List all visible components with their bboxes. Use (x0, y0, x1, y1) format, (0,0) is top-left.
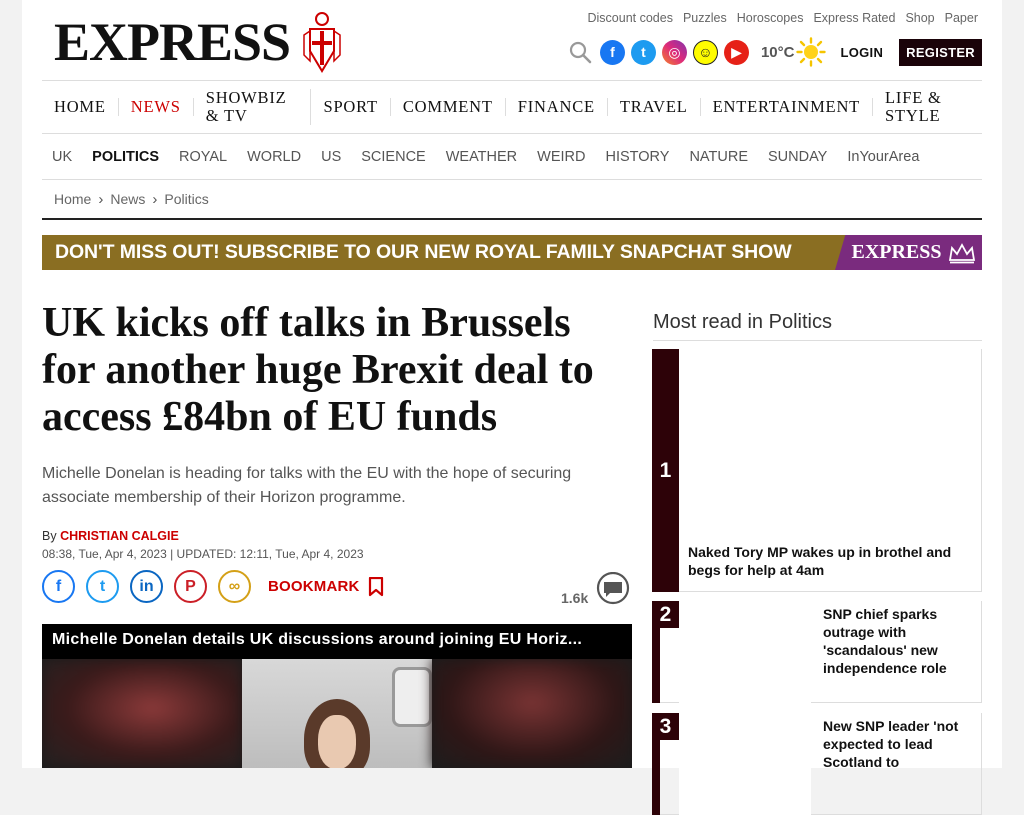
nav-item-comment[interactable]: COMMENT (391, 98, 506, 116)
most-read-number: 1 (652, 349, 679, 592)
share-bar: f t in P ∞ BOOKMARK (42, 570, 384, 603)
share-pinterest-icon[interactable]: P (174, 570, 207, 603)
utility-link-shop[interactable]: Shop (905, 11, 934, 25)
banner-badge-text: EXPRESS (851, 241, 942, 263)
most-read-image (679, 349, 981, 529)
youtube-icon[interactable]: ▶ (723, 39, 749, 65)
snapchat-promo-banner[interactable]: DON'T MISS OUT! SUBSCRIBE TO OUR NEW ROY… (42, 235, 982, 270)
author-link[interactable]: CHRISTIAN CALGIE (60, 529, 179, 543)
breadcrumb-news[interactable]: News (110, 191, 145, 207)
subnav-item-history[interactable]: HISTORY (596, 149, 680, 165)
most-read-item[interactable]: 2 SNP chief sparks outrage with 'scandal… (652, 601, 982, 703)
most-read-heading: Most read in Politics (653, 311, 982, 341)
share-twitter-icon[interactable]: t (86, 570, 119, 603)
byline-prefix: By (42, 529, 57, 543)
sun-icon (796, 37, 827, 67)
register-button[interactable]: REGISTER (899, 38, 982, 66)
weather-widget[interactable]: 10°C (761, 37, 827, 67)
login-button[interactable]: LOGIN (840, 45, 883, 60)
twitter-icon[interactable]: t (630, 39, 656, 65)
weather-temp: 10°C (760, 43, 795, 61)
subnav-item-sunday[interactable]: SUNDAY (758, 149, 837, 165)
most-read-image (679, 713, 811, 815)
nav-item-finance[interactable]: FINANCE (506, 98, 608, 116)
share-linkedin-icon[interactable]: in (130, 570, 163, 603)
breadcrumb-home[interactable]: Home (54, 191, 91, 207)
chevron-right-icon: › (152, 190, 158, 208)
banner-text: DON'T MISS OUT! SUBSCRIBE TO OUR NEW ROY… (55, 241, 792, 263)
share-facebook-icon[interactable]: f (42, 570, 75, 603)
search-icon[interactable] (568, 40, 592, 64)
chevron-right-icon: › (98, 190, 104, 208)
subnav-item-science[interactable]: SCIENCE (351, 149, 435, 165)
video-player[interactable]: Michelle Donelan details UK discussions … (42, 624, 632, 768)
logo-wordmark: EXPRESS (54, 12, 291, 72)
utility-link-paper[interactable]: Paper (945, 11, 978, 25)
video-blur-right (432, 659, 632, 768)
subnav-item-politics[interactable]: POLITICS (82, 149, 169, 165)
most-read-item[interactable]: 3 New SNP leader 'not expected to lead S… (652, 713, 982, 815)
bookmark-label: BOOKMARK (268, 578, 360, 595)
video-blur-left (42, 659, 242, 768)
most-read-headline: New SNP leader 'not expected to lead Sco… (823, 718, 959, 770)
instagram-icon[interactable]: ◎ (661, 39, 687, 65)
utility-links: Discount codes Puzzles Horoscopes Expres… (588, 11, 979, 25)
most-read-number-label: 3 (652, 713, 679, 740)
primary-nav: HOME NEWS SHOWBIZ & TV SPORT COMMENT FIN… (42, 80, 982, 134)
nav-item-showbiz-tv[interactable]: SHOWBIZ & TV (194, 89, 312, 125)
article-standfirst: Michelle Donelan is heading for talks wi… (42, 465, 572, 506)
comment-bubble-icon (597, 572, 630, 605)
page: EXPRESS Discount codes Puzzles Horoscope… (22, 0, 1002, 815)
most-read-item[interactable]: 1 Naked Tory MP wakes up in brothel and … (652, 349, 982, 592)
express-logo[interactable]: EXPRESS (54, 10, 344, 74)
subnav-item-nature[interactable]: NATURE (679, 149, 758, 165)
nav-item-travel[interactable]: TRAVEL (608, 98, 701, 116)
subnav-item-world[interactable]: WORLD (237, 149, 311, 165)
most-read-number: 3 (652, 713, 679, 815)
subnav-item-weather[interactable]: WEATHER (436, 149, 527, 165)
subnav-item-us[interactable]: US (311, 149, 351, 165)
article-dateline: 08:38, Tue, Apr 4, 2023 | UPDATED: 12:11… (42, 547, 364, 561)
comment-count: 1.6k (561, 590, 589, 606)
share-link-icon[interactable]: ∞ (218, 570, 251, 603)
subnav-item-royal[interactable]: ROYAL (169, 149, 237, 165)
presenter-face (318, 715, 356, 768)
utility-link-puzzles[interactable]: Puzzles (683, 11, 727, 25)
nav-item-news[interactable]: NEWS (119, 98, 194, 116)
nav-item-sport[interactable]: SPORT (311, 98, 391, 116)
crown-icon (948, 242, 975, 263)
secondary-nav: UK POLITICS ROYAL WORLD US SCIENCE WEATH… (42, 134, 982, 180)
utility-link-express-rated[interactable]: Express Rated (813, 11, 895, 25)
byline: By CHRISTIAN CALGIE (42, 529, 179, 543)
subnav-item-uk[interactable]: UK (42, 149, 82, 165)
most-read-number-label: 2 (652, 601, 679, 628)
most-read-headline: Naked Tory MP wakes up in brothel and be… (688, 544, 952, 578)
most-read-headline: SNP chief sparks outrage with 'scandalou… (823, 606, 947, 676)
subnav-item-weird[interactable]: WEIRD (527, 149, 595, 165)
video-title: Michelle Donelan details UK discussions … (42, 624, 632, 659)
social-links: f t ◎ ☺ ▶ (599, 39, 749, 65)
facebook-icon[interactable]: f (599, 39, 625, 65)
bookmark-button[interactable]: BOOKMARK (268, 576, 384, 597)
nav-item-home[interactable]: HOME (42, 98, 119, 116)
breadcrumb-politics[interactable]: Politics (164, 191, 208, 207)
train-window (392, 667, 432, 727)
subnav-item-inyourarea[interactable]: InYourArea (837, 149, 929, 165)
header-tools: f t ◎ ☺ ▶ 10°C LOGIN REGISTER (568, 37, 982, 67)
most-read-number: 2 (652, 601, 679, 703)
nav-item-entertainment[interactable]: ENTERTAINMENT (701, 98, 874, 116)
article-headline: UK kicks off talks in Brussels for anoth… (42, 300, 594, 440)
breadcrumb: Home › News › Politics (42, 180, 982, 220)
bookmark-icon (368, 576, 383, 596)
snapchat-icon[interactable]: ☺ (692, 39, 718, 65)
comments-link[interactable]: 1.6k (561, 572, 630, 606)
most-read-image (679, 601, 811, 703)
utility-link-discount-codes[interactable]: Discount codes (588, 11, 673, 25)
video-frame (242, 659, 432, 768)
banner-express-badge: EXPRESS (835, 235, 982, 270)
utility-link-horoscopes[interactable]: Horoscopes (737, 11, 804, 25)
crusader-crest-icon (303, 12, 341, 73)
nav-item-life-style[interactable]: LIFE & STYLE (873, 89, 982, 125)
